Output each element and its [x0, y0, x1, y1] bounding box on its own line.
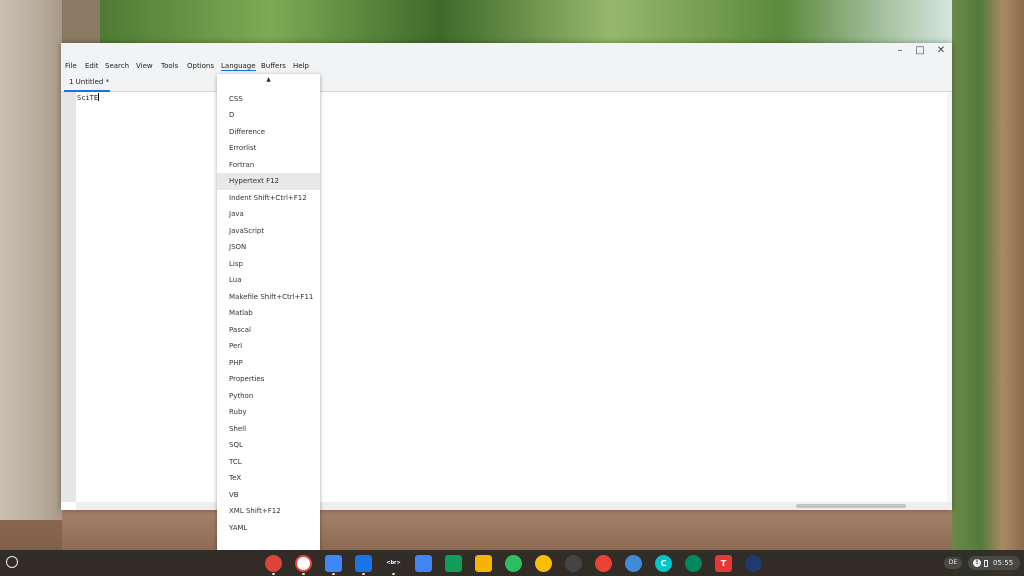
language-menu-item[interactable]: TCL — [217, 454, 320, 471]
language-menu-item[interactable]: YAML — [217, 520, 320, 537]
wallpaper-floor — [62, 510, 952, 550]
close-button[interactable]: ✕ — [934, 45, 948, 57]
keep-icon[interactable] — [535, 555, 552, 572]
running-indicator — [302, 573, 305, 575]
language-menu-item[interactable]: Pascal — [217, 322, 320, 339]
language-menu-list: CSS D Difference Errorlist Fortran Hypertext … — [217, 91, 320, 537]
status-tray[interactable]: ! 05:55 — [968, 556, 1020, 570]
scrollbar-thumb[interactable] — [796, 504, 906, 508]
clock: 05:55 — [993, 559, 1014, 567]
play-store-icon[interactable] — [685, 555, 702, 572]
language-menu-item[interactable]: Perl — [217, 338, 320, 355]
language-menu-dropdown: ▲ CSS D Difference Errorlist Fortran Hypertex… — [217, 74, 320, 550]
tux-icon[interactable] — [565, 555, 582, 572]
language-menu-item[interactable]: Ruby — [217, 404, 320, 421]
editor-text: SciTE — [77, 94, 99, 102]
scroll-up-arrow-icon[interactable]: ▲ — [217, 74, 320, 86]
scite-window: – □ ✕ File Edit Search View Tools Option… — [61, 43, 952, 510]
language-menu-item[interactable]: Java — [217, 206, 320, 223]
language-menu-item[interactable]: XML Shift+F12 — [217, 503, 320, 520]
globe-icon[interactable] — [745, 555, 762, 572]
canva-glyph: C — [660, 559, 667, 568]
running-indicator — [272, 573, 275, 575]
terminal-glyph: <br> — [386, 560, 401, 566]
menu-options[interactable]: Options — [187, 62, 214, 70]
docs-icon[interactable] — [415, 555, 432, 572]
language-menu-item[interactable]: Makefile Shift+Ctrl+F11 — [217, 289, 320, 306]
menu-search[interactable]: Search — [105, 62, 129, 70]
maximize-button[interactable]: □ — [913, 45, 927, 57]
launcher-button[interactable] — [6, 556, 18, 568]
language-menu-item[interactable]: Shell — [217, 421, 320, 438]
minimize-button[interactable]: – — [893, 45, 907, 57]
language-menu-item[interactable]: Lisp — [217, 256, 320, 273]
menu-view[interactable]: View — [136, 62, 153, 70]
vertical-scrollbar[interactable] — [947, 92, 952, 502]
slides-icon[interactable] — [475, 555, 492, 572]
shelf: <br> C T DE ! 05:55 — [0, 550, 1024, 576]
title-bar[interactable]: – □ ✕ — [61, 43, 952, 59]
horizontal-scrollbar[interactable] — [76, 502, 952, 510]
language-menu-item[interactable]: Fortran — [217, 157, 320, 174]
canva-icon[interactable]: C — [655, 555, 672, 572]
language-menu-item[interactable]: D — [217, 107, 320, 124]
battery-icon — [984, 560, 988, 567]
buffer-tab-bar: 1 Untitled * — [61, 74, 952, 92]
line-number-gutter — [61, 92, 76, 502]
text-app-icon[interactable]: T — [715, 555, 732, 572]
evernote-icon[interactable] — [505, 555, 522, 572]
wallpaper-pillar — [62, 0, 100, 46]
language-menu-item[interactable]: SQL — [217, 437, 320, 454]
sheets-icon[interactable] — [445, 555, 462, 572]
maximize-icon: □ — [915, 45, 925, 56]
running-indicator — [332, 573, 335, 575]
photos-icon[interactable] — [595, 555, 612, 572]
minimize-icon: – — [897, 45, 903, 56]
wallpaper-wall-right — [952, 0, 1024, 576]
language-menu-item[interactable]: Difference — [217, 124, 320, 141]
close-icon: ✕ — [936, 45, 946, 56]
running-indicator — [362, 573, 365, 575]
editor-content[interactable]: SciTE — [77, 93, 100, 102]
language-menu-item[interactable]: JSON — [217, 239, 320, 256]
language-menu-item[interactable]: Indent Shift+Ctrl+F12 — [217, 190, 320, 207]
language-menu-item[interactable]: CSS — [217, 91, 320, 108]
language-menu-item[interactable]: TeX — [217, 470, 320, 487]
running-indicator — [392, 573, 395, 575]
vscode-icon[interactable] — [625, 555, 642, 572]
menu-language[interactable]: Language — [221, 62, 256, 71]
language-menu-item[interactable]: JavaScript — [217, 223, 320, 240]
language-menu-item[interactable]: Properties — [217, 371, 320, 388]
language-menu-item[interactable]: Python — [217, 388, 320, 405]
editor-area[interactable]: SciTE — [61, 92, 952, 510]
language-menu-item[interactable]: Lua — [217, 272, 320, 289]
tab-untitled[interactable]: 1 Untitled * — [64, 74, 110, 92]
menu-file[interactable]: File — [65, 62, 77, 70]
files-icon[interactable] — [355, 555, 372, 572]
language-menu-item[interactable]: VB — [217, 487, 320, 504]
menu-tools[interactable]: Tools — [161, 62, 178, 70]
wallpaper-wall-left — [0, 0, 62, 520]
menu-help[interactable]: Help — [293, 62, 309, 70]
calendar-icon[interactable] — [325, 555, 342, 572]
chrome-icon[interactable] — [265, 555, 282, 572]
menu-buffers[interactable]: Buffers — [261, 62, 286, 70]
text-app-glyph: T — [720, 559, 727, 568]
text-caret — [98, 93, 100, 101]
info-icon: ! — [973, 559, 981, 567]
language-menu-item[interactable]: Hypertext F12 — [217, 173, 320, 190]
gmail-icon[interactable] — [295, 555, 312, 572]
wallpaper-trees — [100, 0, 952, 44]
language-menu-item[interactable]: Errorlist — [217, 140, 320, 157]
language-menu-item[interactable]: Matlab — [217, 305, 320, 322]
menu-bar: File Edit Search View Tools Options Lang… — [61, 59, 952, 74]
menu-edit[interactable]: Edit — [85, 62, 99, 70]
input-method-indicator[interactable]: DE — [944, 557, 962, 569]
terminal-icon[interactable]: <br> — [385, 555, 402, 572]
tab-label: 1 Untitled * — [69, 78, 110, 86]
language-menu-item[interactable]: PHP — [217, 355, 320, 372]
